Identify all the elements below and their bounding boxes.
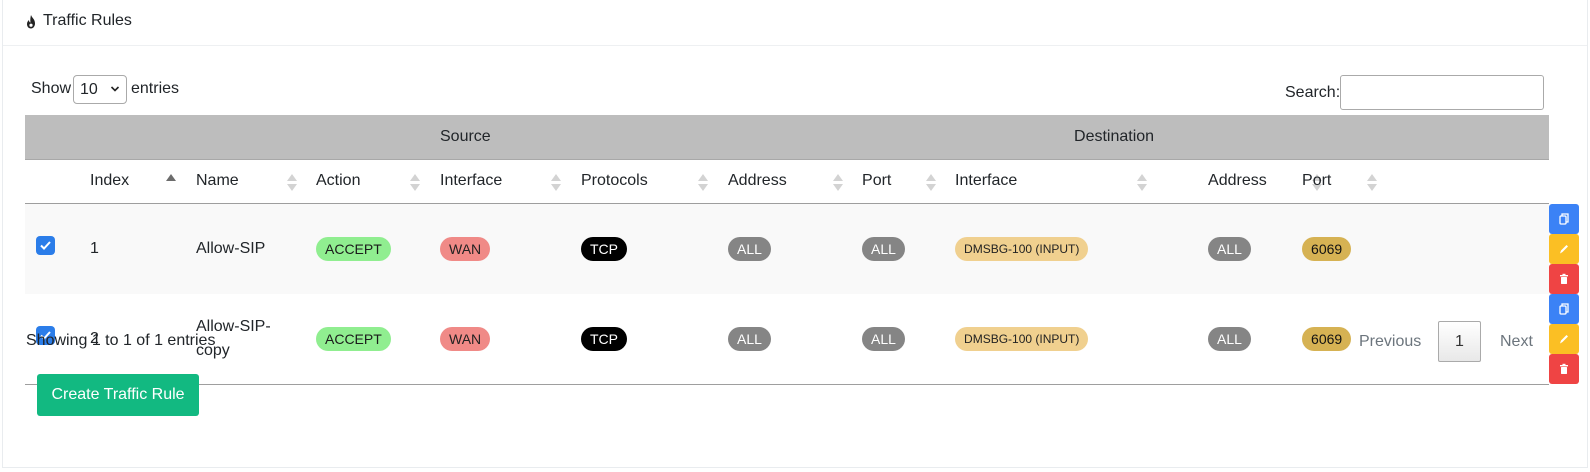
column-header-dst-address[interactable]: Address: [1208, 159, 1323, 204]
create-traffic-rule-button[interactable]: Create Traffic Rule: [37, 374, 199, 416]
search-label: Search:: [1285, 84, 1341, 101]
pencil-icon: [1560, 334, 1569, 343]
group-header-row: Source Destination: [25, 115, 1550, 160]
protocol-badge: TCP: [581, 236, 627, 261]
edit-button[interactable]: [1549, 233, 1580, 264]
sort-icon: [551, 173, 561, 192]
page-title: Traffic Rules: [43, 12, 132, 29]
dst-interface-badge: DMSBG-100 (INPUT): [955, 236, 1089, 261]
column-header-dst-interface[interactable]: Interface: [955, 159, 1209, 204]
pagination-previous[interactable]: Previous: [1359, 333, 1421, 351]
copy-icon: [1559, 302, 1569, 315]
delete-button[interactable]: [1549, 353, 1580, 384]
search-input[interactable]: [1340, 75, 1544, 110]
action-badge: ACCEPT: [316, 326, 391, 351]
column-header-src-address[interactable]: Address: [728, 159, 863, 204]
sort-icon: [926, 173, 937, 192]
column-header-dst-port[interactable]: Port: [1302, 159, 1550, 204]
pagination-next[interactable]: Next: [1500, 333, 1533, 351]
dst-interface-badge: DMSBG-100 (INPUT): [955, 326, 1089, 351]
copy-icon: [1559, 212, 1569, 225]
entries-per-page-value: 10: [80, 81, 98, 98]
table-row: 1 Allow-SIP ACCEPT WAN TCP ALL ALL DMSBG…: [25, 203, 1580, 294]
src-port-badge: ALL: [862, 326, 905, 351]
sort-icon: [287, 173, 297, 192]
protocol-badge: TCP: [581, 326, 627, 351]
trash-icon: [1560, 273, 1569, 284]
action-badge: ACCEPT: [316, 236, 391, 261]
entries-per-page-select[interactable]: 10: [73, 75, 127, 104]
fire-icon: [27, 15, 35, 29]
column-header-name[interactable]: Name: [196, 159, 316, 204]
dst-address-badge: ALL: [1208, 326, 1251, 351]
column-header-index[interactable]: Index: [90, 159, 196, 204]
trash-icon: [1560, 363, 1569, 374]
sort-icon: [833, 173, 843, 192]
dst-address-badge: ALL: [1208, 236, 1251, 261]
source-group-header: Source: [440, 115, 863, 160]
sort-icon: [166, 173, 176, 192]
column-header-row: Index Name Action Interface Protocols Ad…: [25, 159, 1550, 204]
column-header-src-port[interactable]: Port: [862, 159, 956, 204]
select-column-header: [25, 159, 90, 204]
column-header-action[interactable]: Action: [316, 159, 440, 204]
src-address-badge: ALL: [728, 326, 771, 351]
pencil-icon: [1560, 244, 1569, 253]
table-info: Showing 1 to 1 of 1 entries: [26, 332, 216, 349]
pagination-page-1[interactable]: 1: [1438, 321, 1481, 362]
copy-button[interactable]: [1549, 203, 1580, 234]
row-select-checkbox[interactable]: [36, 236, 55, 255]
show-label: Show: [31, 80, 72, 97]
chevron-down-icon: [110, 86, 120, 92]
row-name: Allow-SIP: [196, 239, 266, 257]
sort-icon: [1367, 173, 1378, 192]
edit-button[interactable]: [1549, 323, 1580, 354]
src-interface-badge: WAN: [440, 326, 491, 351]
sort-icon: [1137, 173, 1148, 192]
src-interface-badge: WAN: [440, 236, 491, 261]
src-port-badge: ALL: [862, 236, 905, 261]
traffic-rules-table: Source Destination Index Name Action Int…: [25, 115, 1580, 385]
check-icon: [40, 241, 51, 250]
copy-button[interactable]: [1549, 293, 1580, 324]
entries-label: entries: [131, 80, 180, 97]
sort-icon: [698, 173, 708, 192]
destination-group-header: Destination: [1074, 115, 1550, 160]
dst-port-badge: 6069: [1302, 236, 1352, 261]
src-address-badge: ALL: [728, 236, 771, 261]
row-index: 1: [90, 239, 99, 257]
delete-button[interactable]: [1549, 263, 1580, 294]
dst-port-badge: 6069: [1302, 326, 1352, 351]
card-header: Traffic Rules: [3, 0, 1587, 46]
column-header-protocols[interactable]: Protocols: [581, 159, 728, 204]
table-row: 2 Allow-SIP-copy ACCEPT WAN TCP ALL ALL …: [25, 293, 1580, 384]
sort-icon: [410, 173, 420, 192]
column-header-src-interface[interactable]: Interface: [440, 159, 581, 204]
